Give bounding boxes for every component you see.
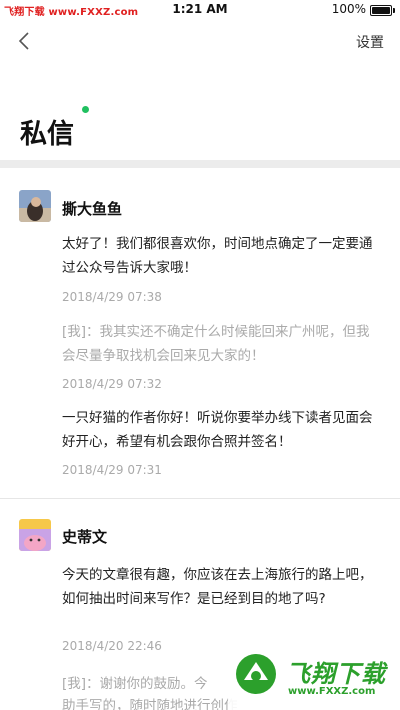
nav-bar: 设置	[0, 20, 400, 64]
conversation-item[interactable]: 撕大鱼鱼 太好了！我们都很喜欢你，时间地点确定了一定要通过公众号告诉大家哦！ 2…	[0, 168, 400, 498]
battery-icon	[370, 5, 395, 16]
message-time: 2018/4/20 22:46	[62, 639, 162, 653]
back-button[interactable]	[10, 26, 40, 56]
page-title: 私信	[20, 119, 74, 150]
sender-name: 撕大鱼鱼	[62, 200, 123, 218]
my-reply-text: [我]：我其实还不确定什么时候能回来广州呢，但我会尽量争取找机会回来见大家的！	[62, 324, 370, 364]
message-text: 一只好猫的作者你好！听说你要举办线下读者见面会好开心，希望有机会跟你合照并签名！	[62, 410, 373, 450]
status-bar: 飞翔下载 www.FXXZ.com 1:21 AM 100%	[0, 0, 400, 20]
battery-percent: 100%	[331, 2, 366, 16]
watermark-logo-icon	[236, 654, 276, 694]
message-time: 2018/4/29 07:31	[62, 463, 162, 477]
watermark-url: www.FXXZ.com	[288, 686, 376, 697]
avatar	[19, 519, 51, 551]
status-dot	[82, 106, 89, 113]
message-text: 太好了！我们都很喜欢你，时间地点确定了一定要通过公众号告诉大家哦！	[62, 236, 373, 276]
message-text: 今天的文章很有趣，你应该在去上海旅行的路上吧，如何抽出时间来写作？是已经到目的地…	[62, 567, 373, 607]
settings-button[interactable]: 设置	[356, 32, 384, 52]
watermark: 飞翔下载 www.FXXZ.com	[228, 644, 400, 710]
message-time: 2018/4/29 07:38	[62, 290, 162, 304]
avatar	[19, 190, 51, 222]
chevron-left-icon	[18, 32, 29, 50]
watermark-brand: 飞翔下载	[286, 660, 386, 688]
message-time: 2018/4/29 07:32	[62, 377, 162, 391]
sender-name: 史蒂文	[62, 528, 108, 546]
section-separator	[0, 160, 400, 168]
